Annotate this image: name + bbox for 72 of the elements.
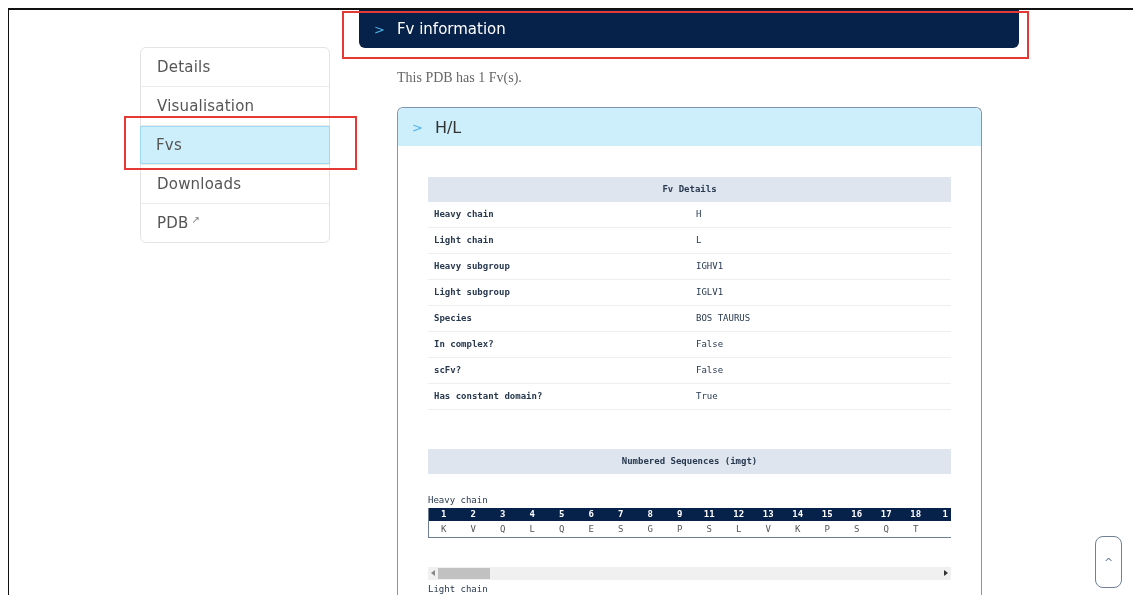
chain-label: Light chain <box>428 583 489 595</box>
residue: Q <box>558 523 566 536</box>
sidebar-item[interactable]: Downloads <box>141 165 329 203</box>
row-label: scFv? <box>434 364 463 377</box>
position-number: 15 <box>812 508 842 521</box>
scroll-left-icon[interactable] <box>431 569 435 578</box>
residue: L <box>528 523 536 536</box>
sidebar-item[interactable]: PDB ↗ <box>141 204 329 242</box>
position-number: 4 <box>517 508 547 521</box>
row-value: IGLV1 <box>696 286 725 299</box>
position-number: 7 <box>606 508 636 521</box>
position-number: 1 <box>429 508 459 521</box>
row-value: L <box>696 234 703 247</box>
residue: G <box>646 523 654 536</box>
row-value: True <box>696 390 719 403</box>
position-number: 12 <box>724 508 754 521</box>
residue: P <box>823 523 831 536</box>
scroll-to-top-button[interactable]: ^ <box>1095 536 1122 588</box>
residue: K <box>440 523 448 536</box>
card-header[interactable]: > H/L <box>398 108 981 146</box>
position-number: 11 <box>694 508 724 521</box>
sidebar-item[interactable]: Visualisation <box>141 87 329 125</box>
residue: S <box>617 523 625 536</box>
section-header[interactable]: > Fv information <box>359 10 1019 48</box>
row-value: BOS TAURUS <box>696 312 752 325</box>
horizontal-scrollbar[interactable] <box>428 567 951 580</box>
card-title: H/L <box>434 117 462 137</box>
position-number: 5 <box>547 508 577 521</box>
position-number: 9 <box>665 508 695 521</box>
position-number: 16 <box>842 508 872 521</box>
row-label: Light subgroup <box>434 286 511 299</box>
position-number: 17 <box>871 508 901 521</box>
residue: P <box>676 523 684 536</box>
table-header: Numbered Sequences (imgt) <box>428 449 951 474</box>
row-label: Heavy subgroup <box>434 260 511 273</box>
position-number: 8 <box>635 508 665 521</box>
position-number: 18 <box>901 508 931 521</box>
position-number: 3 <box>488 508 518 521</box>
residue: L <box>735 523 743 536</box>
row-value: False <box>696 338 725 351</box>
position-number: 13 <box>753 508 783 521</box>
residue: K <box>794 523 802 536</box>
row-value: IGHV1 <box>696 260 725 273</box>
row-label: Has constant domain? <box>434 390 544 403</box>
table-header: Fv Details <box>428 177 951 202</box>
row-label: Light chain <box>434 234 495 247</box>
row-value: False <box>696 364 725 377</box>
position-number: 2 <box>458 508 488 521</box>
residue: Q <box>499 523 507 536</box>
residue: Q <box>882 523 890 536</box>
residue: S <box>705 523 713 536</box>
residue: E <box>587 523 595 536</box>
summary-text: This PDB has 1 Fv(s). <box>397 70 523 87</box>
scrollbar-thumb[interactable] <box>438 568 490 579</box>
row-value: H <box>696 208 703 221</box>
position-number: 6 <box>576 508 606 521</box>
residue: V <box>764 523 772 536</box>
position-number: 14 <box>783 508 813 521</box>
residue: V <box>469 523 477 536</box>
chevron-icon: > <box>412 119 423 135</box>
section-title: Fv information <box>396 20 506 38</box>
external-link-icon: ↗ <box>191 213 201 225</box>
sidebar-item[interactable]: Fvs <box>140 126 330 164</box>
row-label: Species <box>434 312 473 325</box>
chain-label: Heavy chain <box>428 494 489 507</box>
residue: T <box>912 523 920 536</box>
row-label: Heavy chain <box>434 208 495 221</box>
row-label: In complex? <box>434 338 495 351</box>
scroll-right-icon[interactable] <box>944 569 948 578</box>
chevron-icon: > <box>374 21 385 37</box>
sidebar-item[interactable]: Details <box>141 48 329 86</box>
residue: S <box>853 523 861 536</box>
